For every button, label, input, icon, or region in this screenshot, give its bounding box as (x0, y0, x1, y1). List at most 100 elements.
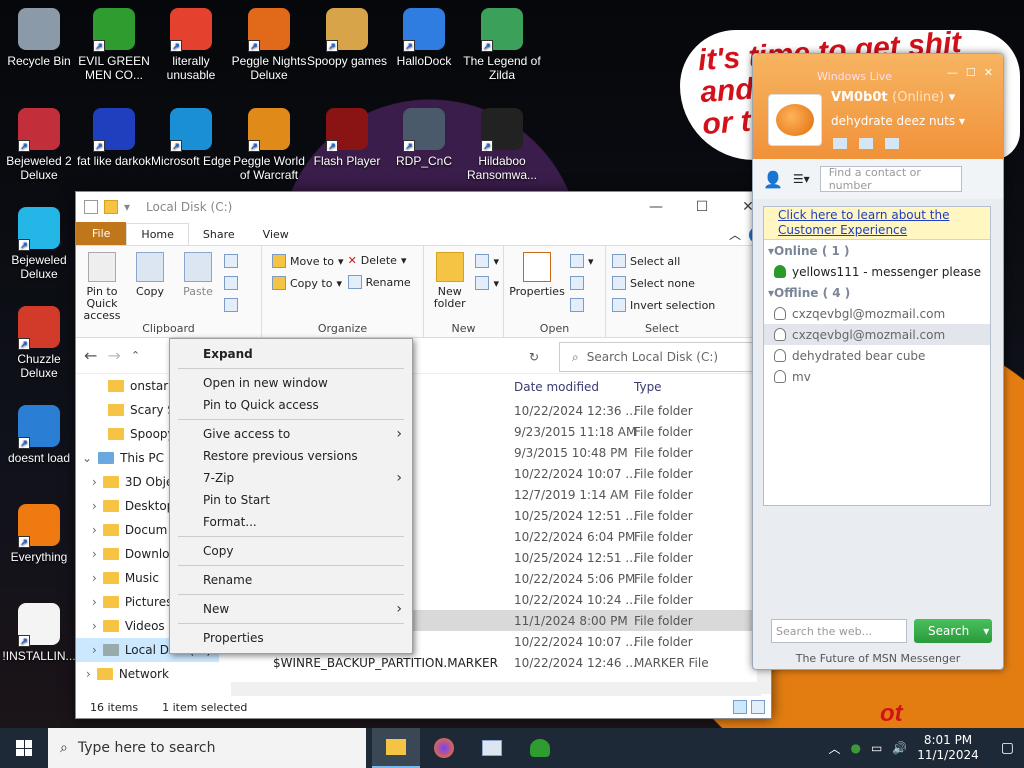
menu-item[interactable]: Pin to Quick access (170, 394, 412, 416)
pin-quick-access-button[interactable]: Pin to Quick access (80, 250, 124, 322)
explorer-titlebar[interactable]: ▾ Local Disk (C:) — ☐ ✕ (76, 192, 771, 222)
menu-item[interactable]: Copy (170, 540, 412, 562)
history-icon[interactable] (570, 298, 584, 312)
column-type[interactable]: Type (634, 380, 662, 394)
desktop-icon[interactable]: ↗ Peggle World of Warcraft (227, 108, 311, 182)
nav-item[interactable]: › Network (76, 662, 219, 686)
contact-item[interactable]: cxzqevbgl@mozmail.com (764, 303, 990, 324)
offline-group-header[interactable]: ▾ Offline ( 4 ) (764, 282, 990, 303)
globe-icon[interactable] (885, 138, 899, 149)
maximize-icon[interactable]: ☐ (966, 66, 976, 79)
taskbar-messenger[interactable] (516, 728, 564, 768)
contact-item[interactable]: dehydrated bear cube (764, 345, 990, 366)
desktop-icon[interactable]: ↗ Flash Player (305, 108, 389, 168)
horizontal-scrollbar[interactable] (231, 682, 761, 696)
taskbar-firefox[interactable] (420, 728, 468, 768)
new-folder-button[interactable]: New folder (428, 250, 471, 319)
desktop-icon[interactable]: ↗ HalloDock (382, 8, 466, 68)
personal-message[interactable]: dehydrate deez nuts (831, 114, 955, 128)
desktop-icon[interactable]: ↗ literally unusable (149, 8, 233, 82)
taskbar-window-app[interactable] (468, 728, 516, 768)
customize-quick-icon[interactable]: ▾ (124, 200, 138, 214)
details-view-icon[interactable] (733, 700, 747, 714)
menu-item[interactable]: 7-Zip › (170, 467, 412, 489)
properties-button[interactable]: Properties (508, 250, 566, 319)
select-all-button[interactable]: Select all (612, 254, 715, 268)
paste-shortcut-icon[interactable] (224, 298, 238, 312)
paste-button[interactable]: Paste (176, 250, 220, 319)
desktop-icon[interactable]: ↗ Chuzzle Deluxe (0, 306, 81, 380)
chevron-right-icon[interactable]: › (92, 547, 97, 561)
desktop-icon[interactable]: ↗ fat like darkok (72, 108, 156, 168)
properties-quick-icon[interactable] (84, 200, 98, 214)
find-contact-input[interactable]: Find a contact or number (819, 166, 962, 192)
status-badge[interactable]: (Online) (892, 90, 944, 105)
web-search-button[interactable]: Search ▾ (914, 619, 992, 643)
menu-item[interactable]: Expand (170, 343, 412, 365)
desktop-icon[interactable]: ↗ !INSTALLIN... (0, 603, 81, 663)
chevron-right-icon[interactable]: › (86, 667, 91, 681)
folder-icon[interactable] (859, 138, 873, 149)
copy-button[interactable]: Copy (128, 250, 172, 319)
select-none-button[interactable]: Select none (612, 276, 715, 290)
edit-icon[interactable] (570, 276, 584, 290)
chevron-right-icon[interactable]: › (92, 499, 97, 513)
tab-home[interactable]: Home (126, 223, 189, 245)
network-icon[interactable]: ▭ (871, 741, 882, 755)
copy-path-icon[interactable] (224, 276, 238, 290)
list-options-icon[interactable]: ☰▾ (793, 172, 810, 186)
up-icon[interactable]: ⌃ (131, 349, 140, 362)
search-input[interactable]: ⌕ Search Local Disk (C:) (559, 342, 762, 372)
desktop-icon[interactable]: ↗ Bejeweled 2 Deluxe (0, 108, 81, 182)
desktop-icon[interactable]: ↗ Spoopy games (305, 8, 389, 68)
mail-icon[interactable] (833, 138, 847, 149)
desktop-icon[interactable]: ↗ EVIL GREEN MEN CO... (72, 8, 156, 82)
contact-item[interactable]: mv (764, 366, 990, 387)
tab-file[interactable]: File (76, 222, 127, 245)
chevron-down-icon[interactable]: ▾ (983, 624, 989, 638)
menu-item[interactable]: Rename (170, 569, 412, 591)
tab-view[interactable]: View (249, 224, 303, 245)
minimize-icon[interactable]: — (947, 66, 958, 79)
contact-item[interactable]: cxzqevbgl@mozmail.com (764, 324, 990, 345)
desktop-icon[interactable]: ↗ Microsoft Edge (149, 108, 233, 168)
web-search-input[interactable]: Search the web... (771, 619, 907, 643)
large-icons-view-icon[interactable] (751, 700, 765, 714)
desktop-icon[interactable]: ↗ RDP_CnC (382, 108, 466, 168)
start-button[interactable] (0, 728, 48, 768)
chevron-right-icon[interactable]: › (92, 595, 97, 609)
online-group-header[interactable]: ▾ Online ( 1 ) (764, 240, 990, 261)
chevron-right-icon[interactable]: › (92, 643, 97, 657)
taskbar-file-explorer[interactable] (372, 728, 420, 768)
chevron-down-icon[interactable]: ⌄ (82, 451, 92, 465)
taskbar-search-input[interactable]: ⌕ Type here to search (48, 728, 366, 768)
chevron-right-icon[interactable]: › (92, 475, 97, 489)
delete-button[interactable]: ✕ Delete ▾ (348, 254, 411, 267)
desktop-icon[interactable]: ↗ Peggle Nights Deluxe (227, 8, 311, 82)
maximize-icon[interactable]: ☐ (679, 199, 725, 215)
menu-item[interactable]: Give access to › (170, 423, 412, 445)
chevron-right-icon[interactable]: › (92, 571, 97, 585)
avatar[interactable] (768, 94, 822, 146)
customer-experience-link[interactable]: Click here to learn about the Customer E… (764, 207, 990, 240)
minimize-icon[interactable]: — (633, 199, 679, 215)
menu-item[interactable]: Restore previous versions (170, 445, 412, 467)
desktop-icon[interactable]: Recycle Bin (0, 8, 81, 68)
tab-share[interactable]: Share (189, 224, 249, 245)
menu-item[interactable]: Format... (170, 511, 412, 533)
clock[interactable]: 8:01 PM 11/1/2024 (917, 733, 979, 763)
volume-icon[interactable]: 🔊 (892, 741, 907, 755)
move-to-button[interactable]: Move to ▾ (272, 254, 344, 268)
refresh-icon[interactable]: ↻ (518, 342, 550, 372)
back-icon[interactable]: ← (84, 346, 97, 365)
desktop-icon[interactable]: ↗ doesnt load (0, 405, 81, 465)
contact-item[interactable]: yellows111 - messenger please (764, 261, 990, 282)
close-icon[interactable]: ✕ (984, 66, 993, 79)
cut-icon[interactable] (224, 254, 238, 268)
desktop-icon[interactable]: ↗ Bejeweled Deluxe (0, 207, 81, 281)
rename-button[interactable]: Rename (347, 275, 411, 289)
notification-icon[interactable]: ▢ (1001, 740, 1014, 756)
forward-icon[interactable]: → (107, 346, 120, 365)
column-date-modified[interactable]: Date modified (514, 380, 599, 394)
new-folder-quick-icon[interactable] (104, 200, 118, 214)
